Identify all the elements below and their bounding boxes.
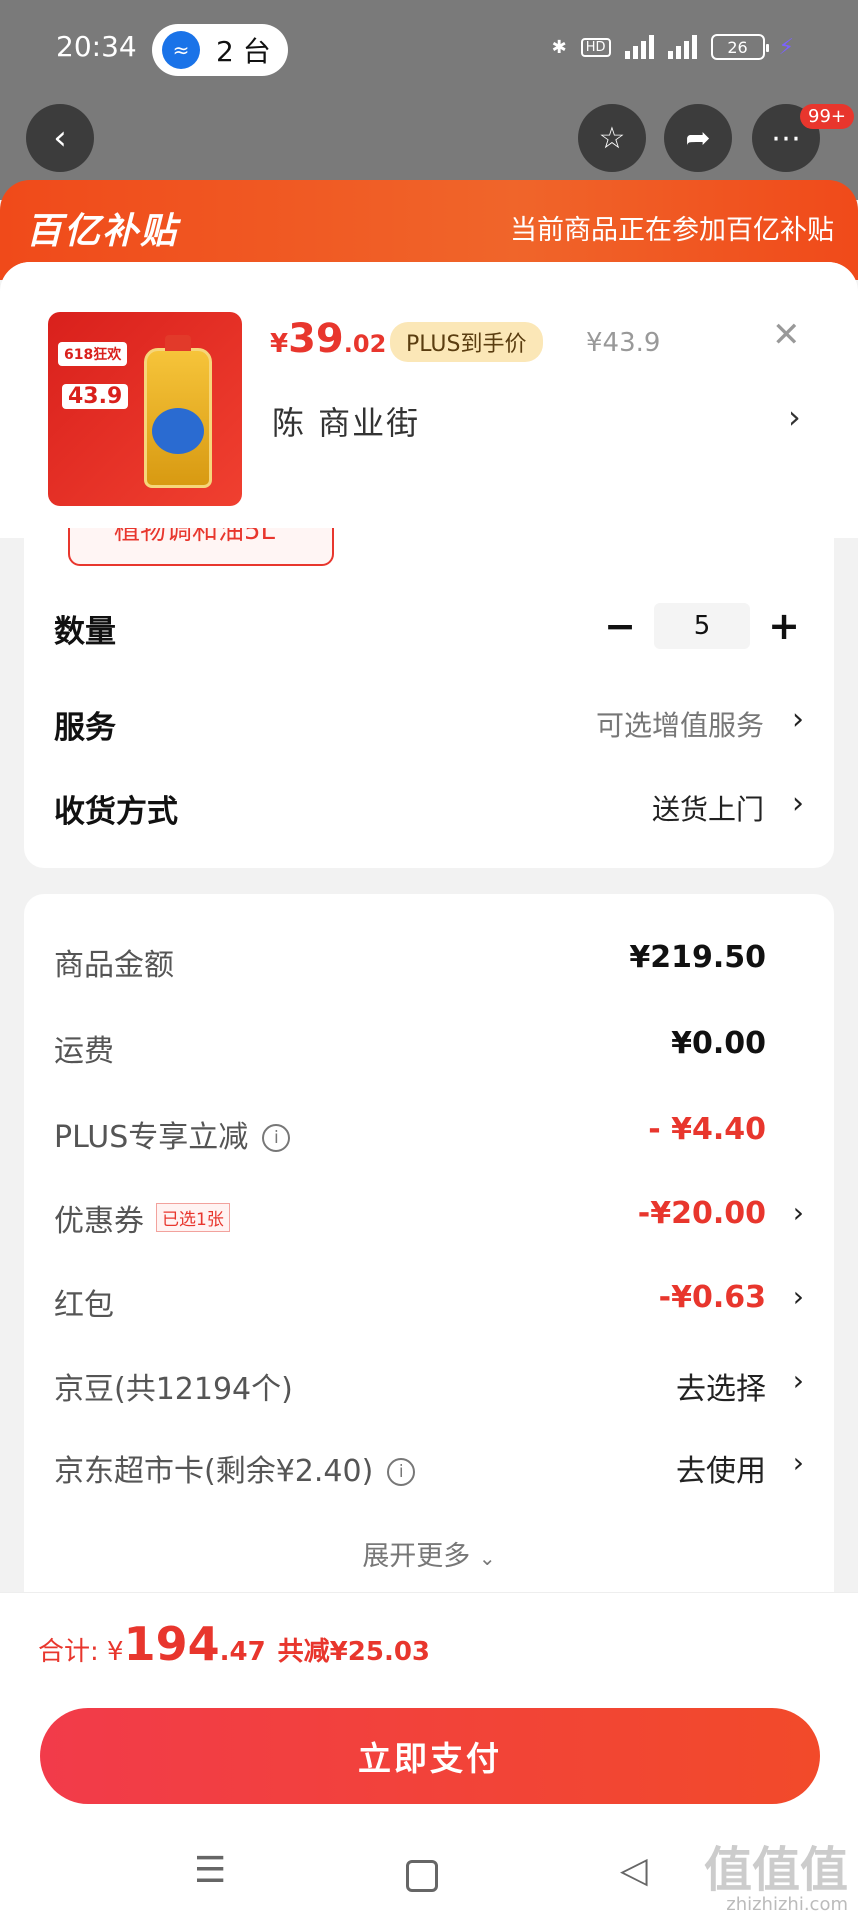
share-button[interactable]: ➦ xyxy=(664,104,732,172)
thumb-price: 43.9 xyxy=(62,384,129,409)
coupon-row[interactable]: 优惠券 已选1张 -¥20.00 › xyxy=(24,1188,834,1244)
signal-icon-2 xyxy=(667,35,697,59)
favorite-star-button[interactable]: ☆ xyxy=(578,104,646,172)
status-time: 20:34 xyxy=(56,30,137,63)
menu-icon[interactable]: ☰ xyxy=(194,1850,226,1891)
red-packet-row[interactable]: 红包 -¥0.63 › xyxy=(24,1272,834,1328)
options-card: 植物调和油5L 数量 − 5 + 服务 可选增值服务 › 收货方式 送货上门 › xyxy=(24,528,834,868)
total-saved: 共减¥25.03 xyxy=(277,1637,431,1667)
variant-chip[interactable]: 植物调和油5L xyxy=(68,528,334,566)
signal-icon xyxy=(624,35,654,59)
jd-beans-row[interactable]: 京豆(共12194个) 去选择 › xyxy=(24,1356,834,1412)
subsidy-logo: 百亿补贴 xyxy=(26,211,179,252)
minus-button[interactable]: − xyxy=(598,604,642,648)
goods-amount-row: 商品金额 ¥219.50 xyxy=(54,940,766,983)
delivery-method-label: 收货方式 xyxy=(54,794,178,830)
shipping-row: 运费 ¥0.00 xyxy=(54,1026,766,1069)
hd-icon: HD xyxy=(580,37,611,57)
chevron-right-icon: › xyxy=(792,1196,804,1229)
device-pill[interactable]: ≈ 2 台 xyxy=(152,24,288,76)
chevron-right-icon: › xyxy=(792,1280,804,1313)
service-label: 服务 xyxy=(54,710,116,746)
quantity-row: 数量 − 5 + xyxy=(24,596,834,656)
system-icons: ✱ HD 26 ⚡ xyxy=(552,34,794,60)
bottle-label-image xyxy=(152,408,204,454)
quantity-input[interactable]: 5 xyxy=(654,603,750,649)
delivery-method-value: 送货上门 xyxy=(651,793,764,826)
back-triangle-icon[interactable]: ◁ xyxy=(620,1850,648,1891)
chevron-down-icon: ⌄ xyxy=(478,1546,496,1570)
chevron-right-icon: › xyxy=(792,786,804,821)
device-count: 2 台 xyxy=(216,35,271,68)
plus-discount-row: PLUS专享立减 i - ¥4.40 xyxy=(54,1112,766,1155)
home-icon[interactable] xyxy=(406,1860,438,1892)
expand-more-button[interactable]: 展开更多 ⌄ xyxy=(24,1534,834,1573)
bluetooth-icon: ✱ xyxy=(551,36,567,58)
chevron-right-icon: › xyxy=(792,702,804,737)
wifi-icon: ≈ xyxy=(162,31,200,69)
delivery-address[interactable]: 陈 商业街 xyxy=(272,398,420,444)
pay-now-button[interactable]: 立即支付 xyxy=(40,1708,820,1804)
battery-icon: 26 xyxy=(710,34,769,60)
total-bar: 合计: ¥ 194 .47 共减¥25.03 xyxy=(0,1592,858,1696)
quantity-label: 数量 xyxy=(54,614,116,650)
total-amount: 合计: ¥ 194 .47 共减¥25.03 xyxy=(38,1617,431,1671)
charging-icon: ⚡ xyxy=(778,34,794,60)
info-icon[interactable]: i xyxy=(387,1458,416,1486)
info-icon[interactable]: i xyxy=(262,1124,291,1152)
service-value: 可选增值服务 xyxy=(595,709,764,742)
product-price: ¥ 39 .02 xyxy=(270,316,387,362)
delivery-method-row[interactable]: 收货方式 送货上门 › xyxy=(24,776,834,836)
subsidy-note: 当前商品正在参加百亿补贴 xyxy=(510,215,834,246)
status-bar: 20:34 ≈ 2 台 ✱ HD 26 ⚡ xyxy=(0,0,858,100)
back-button[interactable]: ‹ xyxy=(26,104,94,172)
plus-button[interactable]: + xyxy=(762,604,806,648)
notification-badge: 99+ xyxy=(800,104,854,129)
service-row[interactable]: 服务 可选增值服务 › xyxy=(24,692,834,752)
chevron-right-icon: › xyxy=(792,1364,804,1397)
supermarket-card-row[interactable]: 京东超市卡(剩余¥2.40) i 去使用 › xyxy=(24,1438,834,1494)
original-price: ¥43.9 xyxy=(586,328,661,358)
coupon-selected-tag: 已选1张 xyxy=(156,1203,230,1232)
quantity-stepper: − 5 + xyxy=(598,596,806,656)
fees-card: 商品金额 ¥219.50 运费 ¥0.00 PLUS专享立减 i - ¥4.40 … xyxy=(24,894,834,1594)
chevron-right-icon: › xyxy=(792,1446,804,1479)
chevron-right-icon[interactable]: › xyxy=(788,398,801,436)
thumb-tag: 618狂欢 xyxy=(58,342,128,366)
close-icon[interactable]: ✕ xyxy=(772,318,801,352)
plus-price-tag: PLUS到手价 xyxy=(390,322,543,362)
product-thumbnail: 618狂欢 43.9 xyxy=(48,312,242,506)
watermark: 值值值 zhizhizhi.com xyxy=(703,1842,848,1915)
